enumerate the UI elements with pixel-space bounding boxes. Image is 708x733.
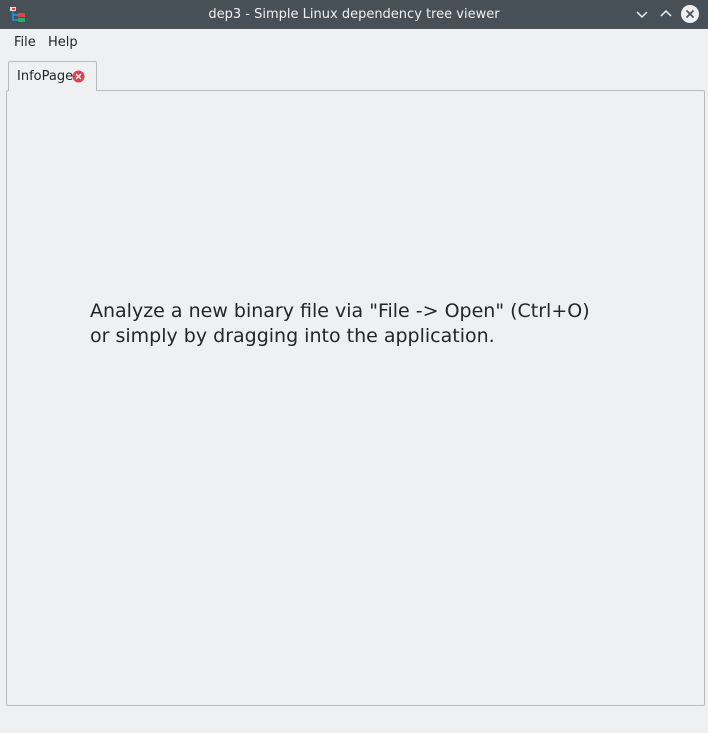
info-line-2: or simply by dragging into the applicati… bbox=[90, 325, 495, 347]
menu-file[interactable]: File bbox=[7, 29, 43, 57]
tab-close-icon[interactable] bbox=[72, 70, 85, 83]
menu-bar: File Help bbox=[0, 29, 708, 57]
info-message: Analyze a new binary file via "File -> O… bbox=[90, 299, 590, 349]
tab-label: InfoPage bbox=[17, 69, 74, 84]
tab-infopage[interactable]: InfoPage bbox=[8, 61, 97, 91]
maximize-icon[interactable] bbox=[656, 4, 676, 24]
title-bar[interactable]: dep3 - Simple Linux dependency tree view… bbox=[0, 0, 708, 29]
window-title: dep3 - Simple Linux dependency tree view… bbox=[208, 7, 500, 22]
tab-panel: Analyze a new binary file via "File -> O… bbox=[6, 90, 705, 706]
info-line-1: Analyze a new binary file via "File -> O… bbox=[90, 300, 590, 322]
close-icon[interactable] bbox=[680, 4, 700, 24]
menu-help[interactable]: Help bbox=[41, 29, 85, 57]
minimize-icon[interactable] bbox=[632, 4, 652, 24]
